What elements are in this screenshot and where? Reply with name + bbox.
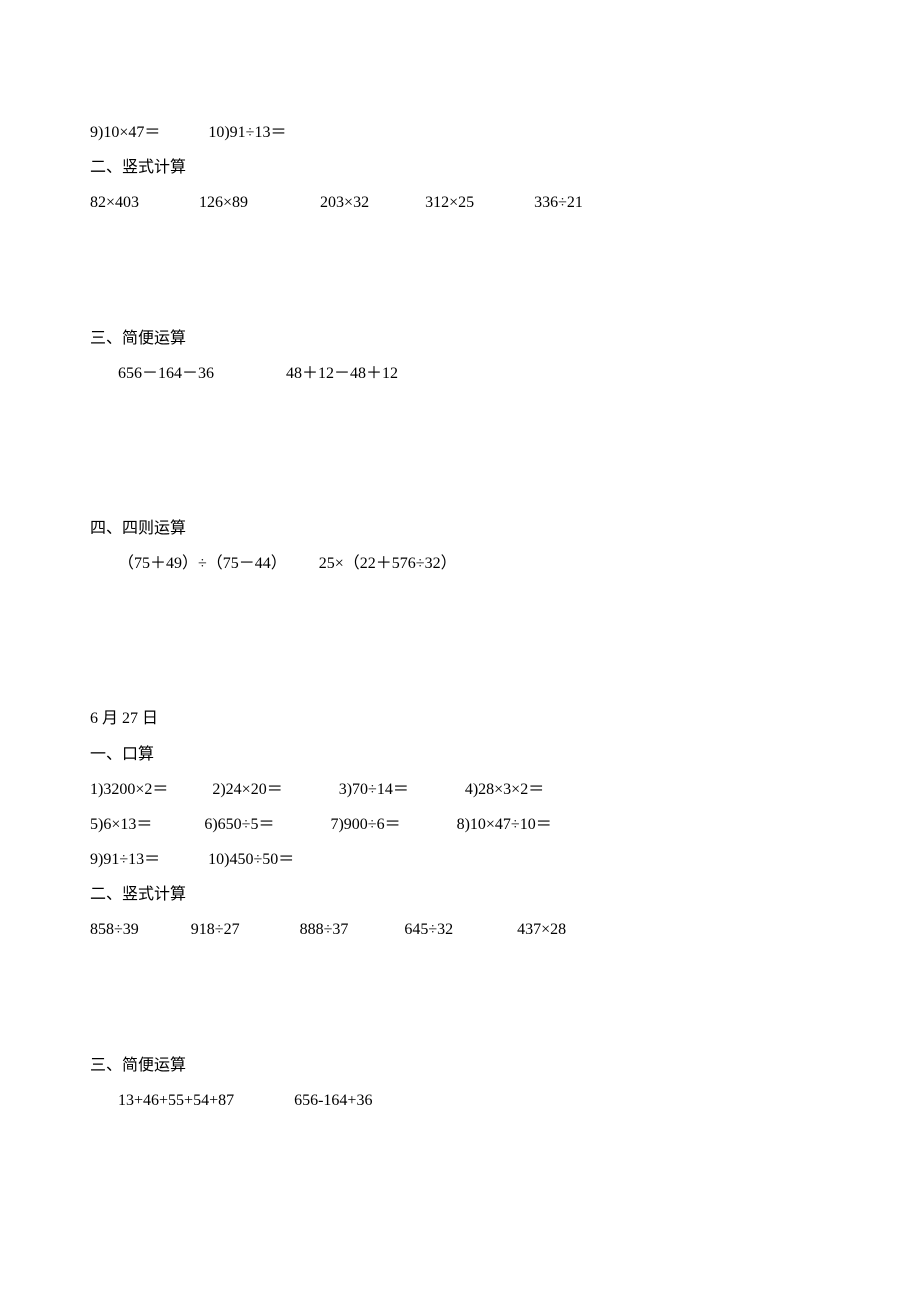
spacer — [90, 581, 830, 701]
mental-row-extra: 9)10×47＝ 10)91÷13＝ — [90, 115, 830, 150]
simplify-problems-row: 656－164－36 48＋12－48＋12 — [90, 356, 830, 391]
section-header-four-ops: 四、四则运算 — [90, 511, 830, 546]
mental-row-1: 1)3200×2＝ 2)24×20＝ 3)70÷14＝ 4)28×3×2＝ — [90, 772, 830, 807]
four-ops-problems-row: （75＋49）÷（75－44） 25×（22＋576÷32） — [90, 546, 830, 581]
spacer — [90, 221, 830, 321]
section-header-simplify: 三、简便运算 — [90, 321, 830, 356]
vertical-problems-row: 82×403 126×89 203×32 312×25 336÷21 — [90, 185, 830, 220]
spacer — [90, 948, 830, 1048]
section-header-vertical: 二、竖式计算 — [90, 150, 830, 185]
section-header-simplify-b: 三、简便运算 — [90, 1048, 830, 1083]
date-header: 6 月 27 日 — [90, 701, 830, 736]
section-header-mental-b: 一、口算 — [90, 737, 830, 772]
spacer — [90, 391, 830, 511]
mental-row-3: 9)91÷13＝ 10)450÷50＝ — [90, 842, 830, 877]
document-page: 9)10×47＝ 10)91÷13＝ 二、竖式计算 82×403 126×89 … — [0, 0, 920, 1118]
simplify-problems-row-b: 13+46+55+54+87 656-164+36 — [90, 1083, 830, 1118]
vertical-problems-row-b: 858÷39 918÷27 888÷37 645÷32 437×28 — [90, 912, 830, 947]
mental-row-2: 5)6×13＝ 6)650÷5＝ 7)900÷6＝ 8)10×47÷10＝ — [90, 807, 830, 842]
section-header-vertical-b: 二、竖式计算 — [90, 877, 830, 912]
